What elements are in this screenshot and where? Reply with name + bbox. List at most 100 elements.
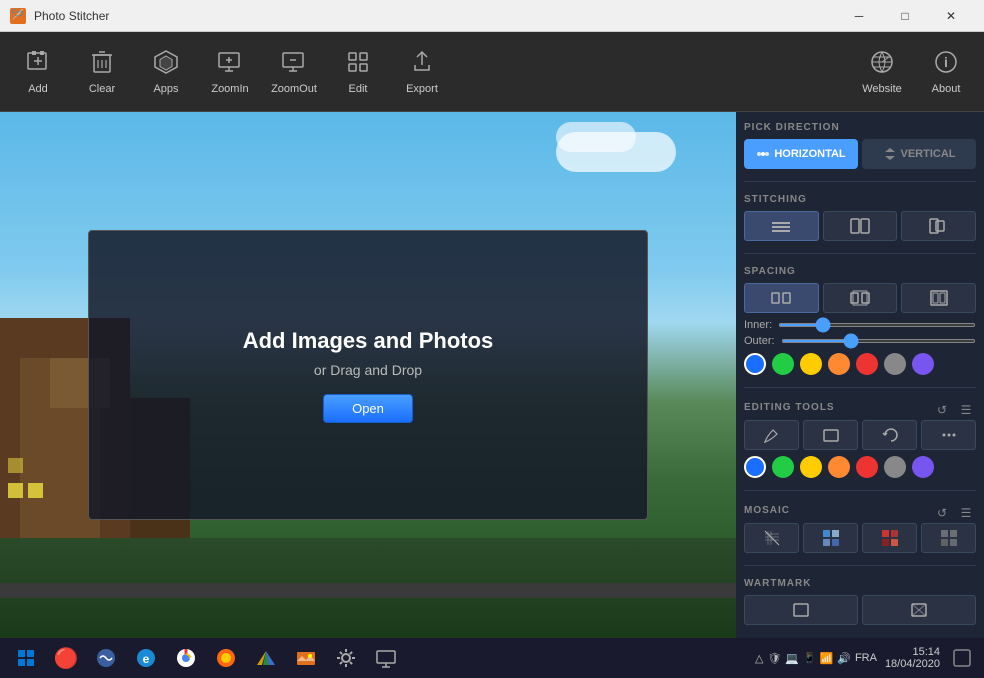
pick-direction-label: PICK DIRECTION — [744, 122, 976, 133]
color-gray[interactable] — [884, 353, 906, 375]
about-button[interactable]: i About — [916, 37, 976, 107]
mosaic-option-3[interactable] — [862, 523, 917, 553]
edit-tool-brush[interactable] — [744, 420, 799, 450]
color-red[interactable] — [856, 353, 878, 375]
spacing-label: SPACING — [744, 266, 976, 277]
editing-tools-header: EDITING TOOLS ↺ ☰ — [744, 400, 976, 420]
spacing-option-3[interactable] — [901, 283, 976, 313]
tray-language: FRA — [855, 652, 877, 664]
stitch-option-2[interactable] — [823, 211, 898, 241]
taskbar-app-ie[interactable]: e — [128, 640, 164, 676]
spacing-option-1[interactable] — [744, 283, 819, 313]
outer-spacing-row: Outer: — [744, 335, 976, 347]
svg-text:i: i — [944, 54, 948, 70]
app-title: Photo Stitcher — [34, 9, 109, 23]
about-label: About — [932, 83, 961, 95]
stitch-option-1[interactable] — [744, 211, 819, 241]
horizontal-button[interactable]: HORIZONTAL — [744, 139, 858, 169]
edit-tool-undo[interactable] — [862, 420, 917, 450]
drop-zone-subtitle: or Drag and Drop — [314, 362, 422, 378]
stitching-section: STITCHING — [744, 194, 976, 241]
add-icon — [25, 49, 51, 79]
vertical-button[interactable]: VERTICAL — [862, 139, 976, 169]
taskbar-clock[interactable]: 15:14 18/04/2020 — [885, 646, 940, 670]
stitching-label: STITCHING — [744, 194, 976, 205]
taskbar: 🔴 e △ 🛡 💻 📱 📶 🔊 FRA 15:14 1 — [0, 638, 984, 678]
tray-wifi: 📶 — [820, 652, 834, 665]
export-label: Export — [406, 83, 438, 95]
system-tray: △ 🛡 💻 📱 📶 🔊 FRA 15:14 18/04/2020 — [755, 644, 976, 672]
outer-slider[interactable] — [781, 339, 976, 343]
mosaic-options — [744, 523, 976, 553]
inner-label: Inner: — [744, 319, 772, 331]
notification-button[interactable] — [948, 644, 976, 672]
refresh-icon[interactable]: ↺ — [932, 400, 952, 420]
edit-button[interactable]: Edit — [328, 37, 388, 107]
website-icon — [869, 49, 895, 79]
settings-icon[interactable]: ☰ — [956, 400, 976, 420]
zoomout-button[interactable]: ZoomOut — [264, 37, 324, 107]
tray-volume[interactable]: 🔊 — [837, 652, 851, 665]
close-button[interactable]: ✕ — [928, 0, 974, 32]
mosaic-option-4[interactable] — [921, 523, 976, 553]
add-label: Add — [28, 83, 48, 95]
mosaic-settings-icon[interactable]: ☰ — [956, 503, 976, 523]
color-blue[interactable] — [744, 353, 766, 375]
taskbar-app-cinnamon[interactable]: 🔴 — [48, 640, 84, 676]
taskbar-start[interactable] — [8, 640, 44, 676]
wartmark-options — [744, 595, 976, 625]
horizontal-icon — [756, 147, 770, 161]
maximize-button[interactable]: □ — [882, 0, 928, 32]
title-bar: 🪡 Photo Stitcher ─ □ ✕ — [0, 0, 984, 32]
edit-color-yellow[interactable] — [800, 456, 822, 478]
window-controls: ─ □ ✕ — [836, 0, 974, 32]
zoomout-icon — [281, 49, 307, 79]
export-button[interactable]: Export — [392, 37, 452, 107]
zoomin-button[interactable]: ZoomIn — [200, 37, 260, 107]
mosaic-refresh-icon[interactable]: ↺ — [932, 503, 952, 523]
color-green[interactable] — [772, 353, 794, 375]
taskbar-app-drive[interactable] — [248, 640, 284, 676]
taskbar-app-firefox[interactable] — [208, 640, 244, 676]
open-button[interactable]: Open — [323, 394, 413, 423]
editing-tools-label: EDITING TOOLS — [744, 402, 835, 413]
edit-color-orange[interactable] — [828, 456, 850, 478]
wartmark-option-2[interactable] — [862, 595, 976, 625]
wartmark-label: WARTMARK — [744, 578, 976, 589]
taskbar-app-thunderbird[interactable] — [88, 640, 124, 676]
spacing-option-2[interactable] — [823, 283, 898, 313]
edit-tool-more[interactable] — [921, 420, 976, 450]
edit-color-purple[interactable] — [912, 456, 934, 478]
mosaic-option-1[interactable] — [744, 523, 799, 553]
minimize-button[interactable]: ─ — [836, 0, 882, 32]
edit-color-red[interactable] — [856, 456, 878, 478]
tray-phone: 📱 — [803, 653, 815, 664]
edit-color-gray[interactable] — [884, 456, 906, 478]
color-purple[interactable] — [912, 353, 934, 375]
taskbar-app-settings[interactable] — [328, 640, 364, 676]
clear-button[interactable]: Clear — [72, 37, 132, 107]
tray-arrow[interactable]: △ — [755, 652, 763, 665]
vertical-icon — [883, 147, 897, 161]
stitching-options — [744, 211, 976, 241]
color-orange[interactable] — [828, 353, 850, 375]
edit-tool-rect[interactable] — [803, 420, 858, 450]
taskbar-app-display[interactable] — [368, 640, 404, 676]
color-yellow[interactable] — [800, 353, 822, 375]
wartmark-option-1[interactable] — [744, 595, 858, 625]
mosaic-section: MOSAIC ↺ ☰ — [744, 503, 976, 553]
inner-slider[interactable] — [778, 323, 976, 327]
inner-spacing-row: Inner: — [744, 319, 976, 331]
spacing-section: SPACING Inner: Outer: — [744, 266, 976, 375]
website-button[interactable]: Website — [852, 37, 912, 107]
add-button[interactable]: Add — [8, 37, 68, 107]
taskbar-app-photo[interactable] — [288, 640, 324, 676]
tray-shield: 🛡 — [767, 652, 781, 665]
apps-button[interactable]: Apps — [136, 37, 196, 107]
stitch-option-3[interactable] — [901, 211, 976, 241]
mosaic-option-2[interactable] — [803, 523, 858, 553]
editing-tools-section: EDITING TOOLS ↺ ☰ — [744, 400, 976, 478]
edit-color-green[interactable] — [772, 456, 794, 478]
taskbar-app-chrome[interactable] — [168, 640, 204, 676]
edit-color-blue[interactable] — [744, 456, 766, 478]
